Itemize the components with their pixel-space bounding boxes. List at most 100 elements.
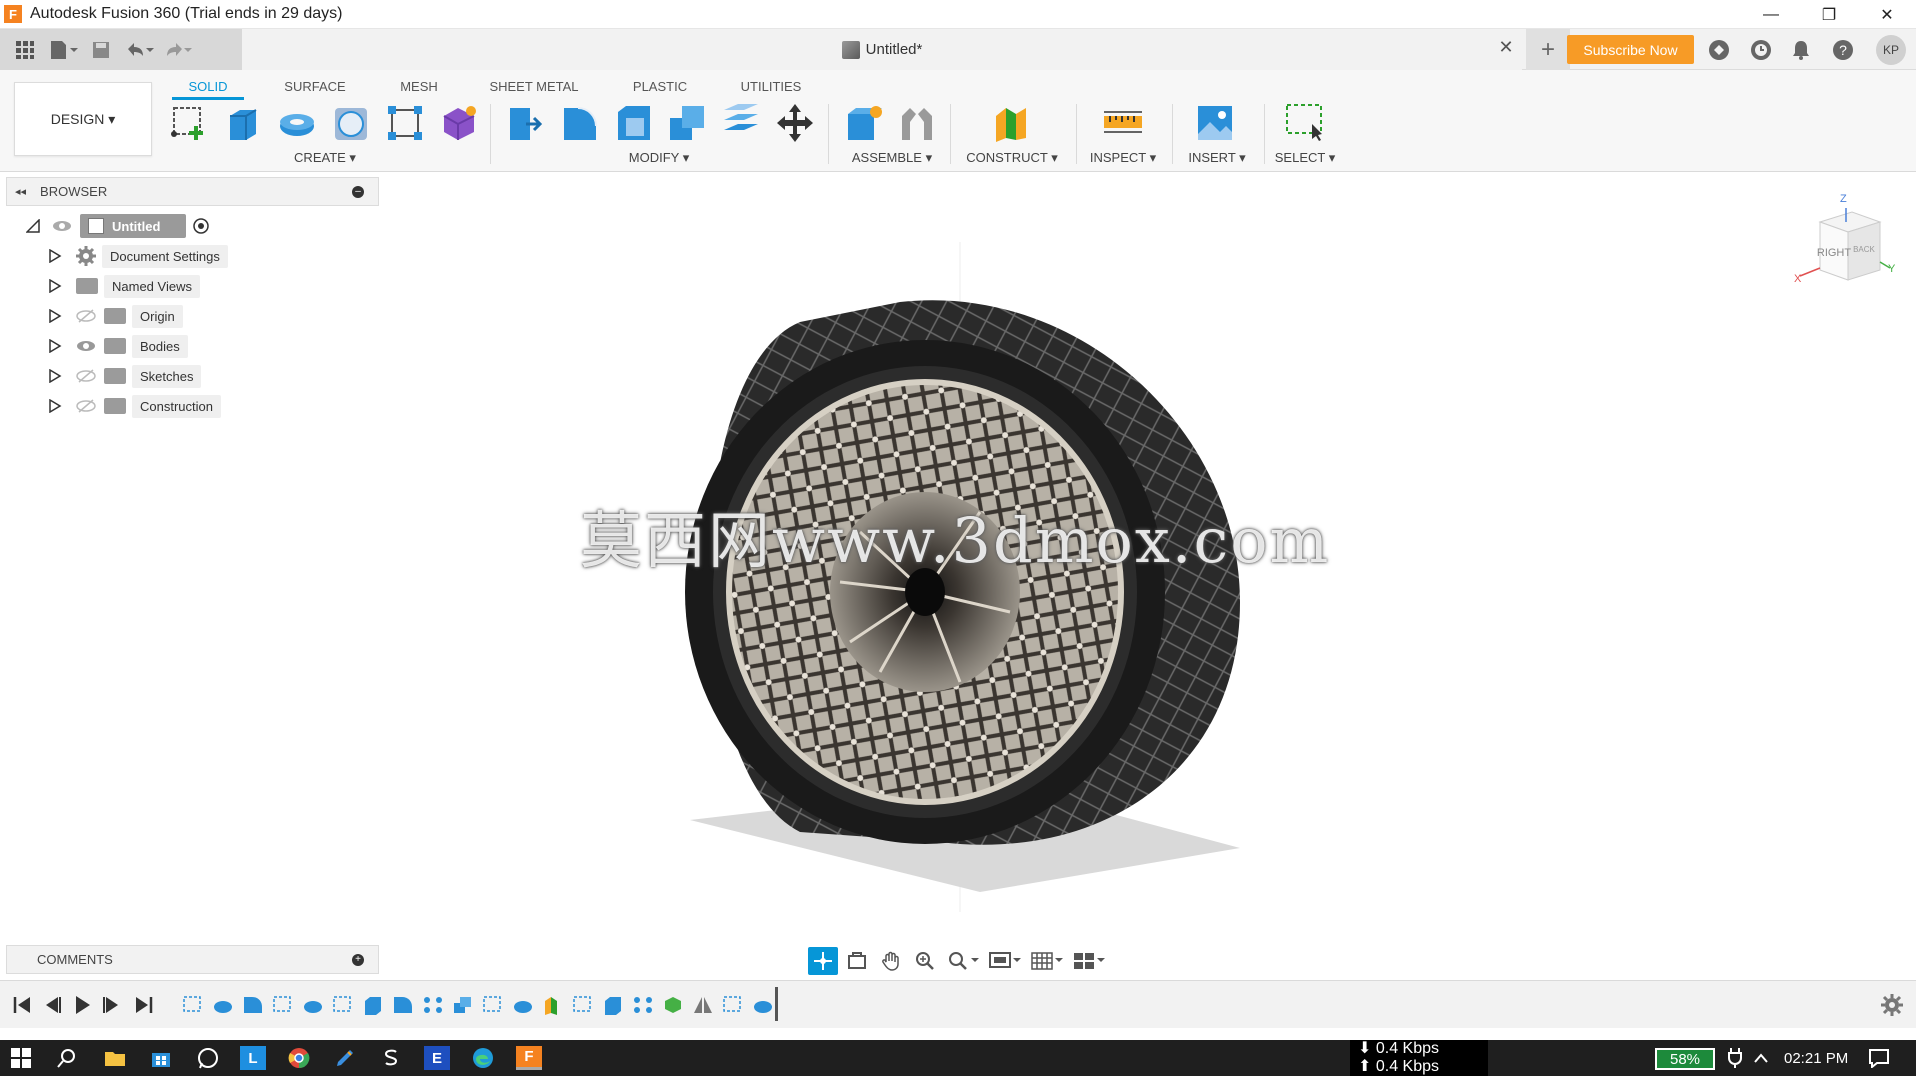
timeline-fillet-icon[interactable] xyxy=(392,995,414,1015)
help-icon[interactable]: ? xyxy=(1830,37,1856,63)
tree-item-sketches[interactable]: Sketches xyxy=(48,363,202,389)
construct-menu[interactable]: CONSTRUCT ▾ xyxy=(964,150,1060,166)
revolve-icon[interactable] xyxy=(276,102,318,144)
app-s-icon[interactable] xyxy=(378,1046,404,1070)
new-tab-button[interactable]: + xyxy=(1526,29,1570,70)
hidden-eye-icon[interactable] xyxy=(76,399,96,413)
create-sketch-icon[interactable] xyxy=(168,102,210,144)
fit-zoom-icon[interactable] xyxy=(944,947,982,975)
tree-root-label[interactable]: Untitled xyxy=(80,214,186,238)
expand-triangle-icon[interactable] xyxy=(48,399,62,413)
form-icon[interactable] xyxy=(438,102,480,144)
chrome-icon[interactable] xyxy=(286,1046,312,1070)
tree-item-origin[interactable]: Origin xyxy=(48,303,183,329)
close-window-button[interactable]: ✕ xyxy=(1858,0,1916,29)
timeline-extrude-icon[interactable] xyxy=(602,995,624,1015)
view-cube[interactable]: RIGHT BACK Z X Y xyxy=(1790,190,1900,290)
app-e-icon[interactable]: E xyxy=(424,1046,450,1070)
display-settings-icon[interactable] xyxy=(986,947,1024,975)
timeline-sketch-icon[interactable] xyxy=(272,995,294,1015)
subscribe-now-button[interactable]: Subscribe Now xyxy=(1567,35,1694,64)
battery-indicator[interactable]: 58% xyxy=(1655,1048,1715,1070)
timeline-revolve-icon[interactable] xyxy=(302,995,324,1015)
comments-panel[interactable]: COMMENTS + xyxy=(6,945,379,974)
activate-radio-icon[interactable] xyxy=(192,217,210,235)
job-status-icon[interactable] xyxy=(1748,37,1774,63)
extensions-icon[interactable] xyxy=(1706,37,1732,63)
extrude-icon[interactable] xyxy=(222,102,264,144)
tab-utilities[interactable]: UTILITIES xyxy=(728,72,814,100)
play-icon[interactable] xyxy=(70,993,94,1017)
assemble-menu[interactable]: ASSEMBLE ▾ xyxy=(846,150,938,166)
timeline-pattern-icon[interactable] xyxy=(422,995,444,1015)
insert-menu[interactable]: INSERT ▾ xyxy=(1184,150,1250,166)
step-back-icon[interactable] xyxy=(40,993,64,1017)
timeline-sketch-icon[interactable] xyxy=(332,995,354,1015)
browser-minus-icon[interactable]: – xyxy=(352,186,364,198)
store-icon[interactable] xyxy=(148,1046,174,1070)
expanded-triangle-icon[interactable] xyxy=(26,219,40,233)
undo-icon[interactable] xyxy=(122,35,156,65)
offset-face-icon[interactable] xyxy=(720,102,762,144)
timeline-revolve-icon[interactable] xyxy=(752,995,774,1015)
tab-solid[interactable]: SOLID xyxy=(172,72,244,100)
save-icon[interactable] xyxy=(84,35,118,65)
pen-app-icon[interactable] xyxy=(332,1046,358,1070)
data-panel-grid-icon[interactable] xyxy=(8,35,42,65)
whatsapp-icon[interactable] xyxy=(195,1046,221,1070)
expand-triangle-icon[interactable] xyxy=(48,249,62,263)
timeline-pattern-icon[interactable] xyxy=(632,995,654,1015)
tab-mesh[interactable]: MESH xyxy=(388,72,450,100)
insert-image-icon[interactable] xyxy=(1194,102,1236,144)
fillet-icon[interactable] xyxy=(558,102,600,144)
power-plug-icon[interactable] xyxy=(1722,1046,1748,1070)
document-tab[interactable]: Untitled* xyxy=(242,29,1522,70)
timeline-combine-icon[interactable] xyxy=(452,995,474,1015)
shell-icon[interactable] xyxy=(330,102,372,144)
timeline-sketch-icon[interactable] xyxy=(182,995,204,1015)
visibility-eye-icon[interactable] xyxy=(52,219,72,233)
system-clock[interactable]: 02:21 PM xyxy=(1784,1050,1848,1067)
comments-plus-icon[interactable]: + xyxy=(352,954,364,966)
zoom-icon[interactable] xyxy=(910,947,940,975)
timeline-revolve-icon[interactable] xyxy=(512,995,534,1015)
go-to-end-icon[interactable] xyxy=(132,993,156,1017)
chamfer-icon[interactable] xyxy=(612,102,654,144)
tab-surface[interactable]: SURFACE xyxy=(272,72,358,100)
viewports-icon[interactable] xyxy=(1070,947,1108,975)
grid-settings-icon[interactable] xyxy=(1028,947,1066,975)
redo-icon[interactable] xyxy=(160,35,194,65)
pan-hand-icon[interactable] xyxy=(876,947,906,975)
collapse-arrows-icon[interactable]: ◂◂ xyxy=(15,185,26,198)
tree-root-untitled[interactable]: Untitled xyxy=(26,213,210,239)
expand-triangle-icon[interactable] xyxy=(48,279,62,293)
expand-triangle-icon[interactable] xyxy=(48,309,62,323)
workspace-switcher-button[interactable]: DESIGN ▾ xyxy=(14,82,152,156)
file-explorer-icon[interactable] xyxy=(102,1046,128,1070)
tab-plastic[interactable]: PLASTIC xyxy=(618,72,702,100)
timeline-settings-gear-icon[interactable] xyxy=(1880,993,1904,1017)
app-l-icon[interactable]: L xyxy=(240,1046,266,1070)
press-pull-icon[interactable] xyxy=(504,102,546,144)
tab-sheet-metal[interactable]: SHEET METAL xyxy=(480,72,588,100)
rectangular-pattern-icon[interactable] xyxy=(384,102,426,144)
combine-icon[interactable] xyxy=(666,102,708,144)
offset-plane-icon[interactable] xyxy=(990,102,1032,144)
timeline-mirror-icon[interactable] xyxy=(692,995,714,1015)
visibility-eye-icon[interactable] xyxy=(76,339,96,353)
tree-item-document-settings[interactable]: Document Settings xyxy=(48,243,228,269)
timeline-extrude-icon[interactable] xyxy=(362,995,384,1015)
look-at-icon[interactable] xyxy=(842,947,872,975)
select-window-icon[interactable] xyxy=(1284,102,1326,144)
hidden-eye-icon[interactable] xyxy=(76,369,96,383)
orbit-nav-icon[interactable] xyxy=(808,947,838,975)
inspect-menu[interactable]: INSPECT ▾ xyxy=(1088,150,1158,166)
search-icon[interactable] xyxy=(54,1046,80,1070)
file-menu-icon[interactable] xyxy=(46,35,80,65)
move-copy-icon[interactable] xyxy=(774,102,816,144)
hidden-eye-icon[interactable] xyxy=(76,309,96,323)
timeline-fillet-icon[interactable] xyxy=(242,995,264,1015)
viewcube-back-label[interactable]: BACK xyxy=(1853,245,1875,254)
fusion-taskbar-icon[interactable]: F xyxy=(516,1046,542,1070)
step-forward-icon[interactable] xyxy=(100,993,124,1017)
